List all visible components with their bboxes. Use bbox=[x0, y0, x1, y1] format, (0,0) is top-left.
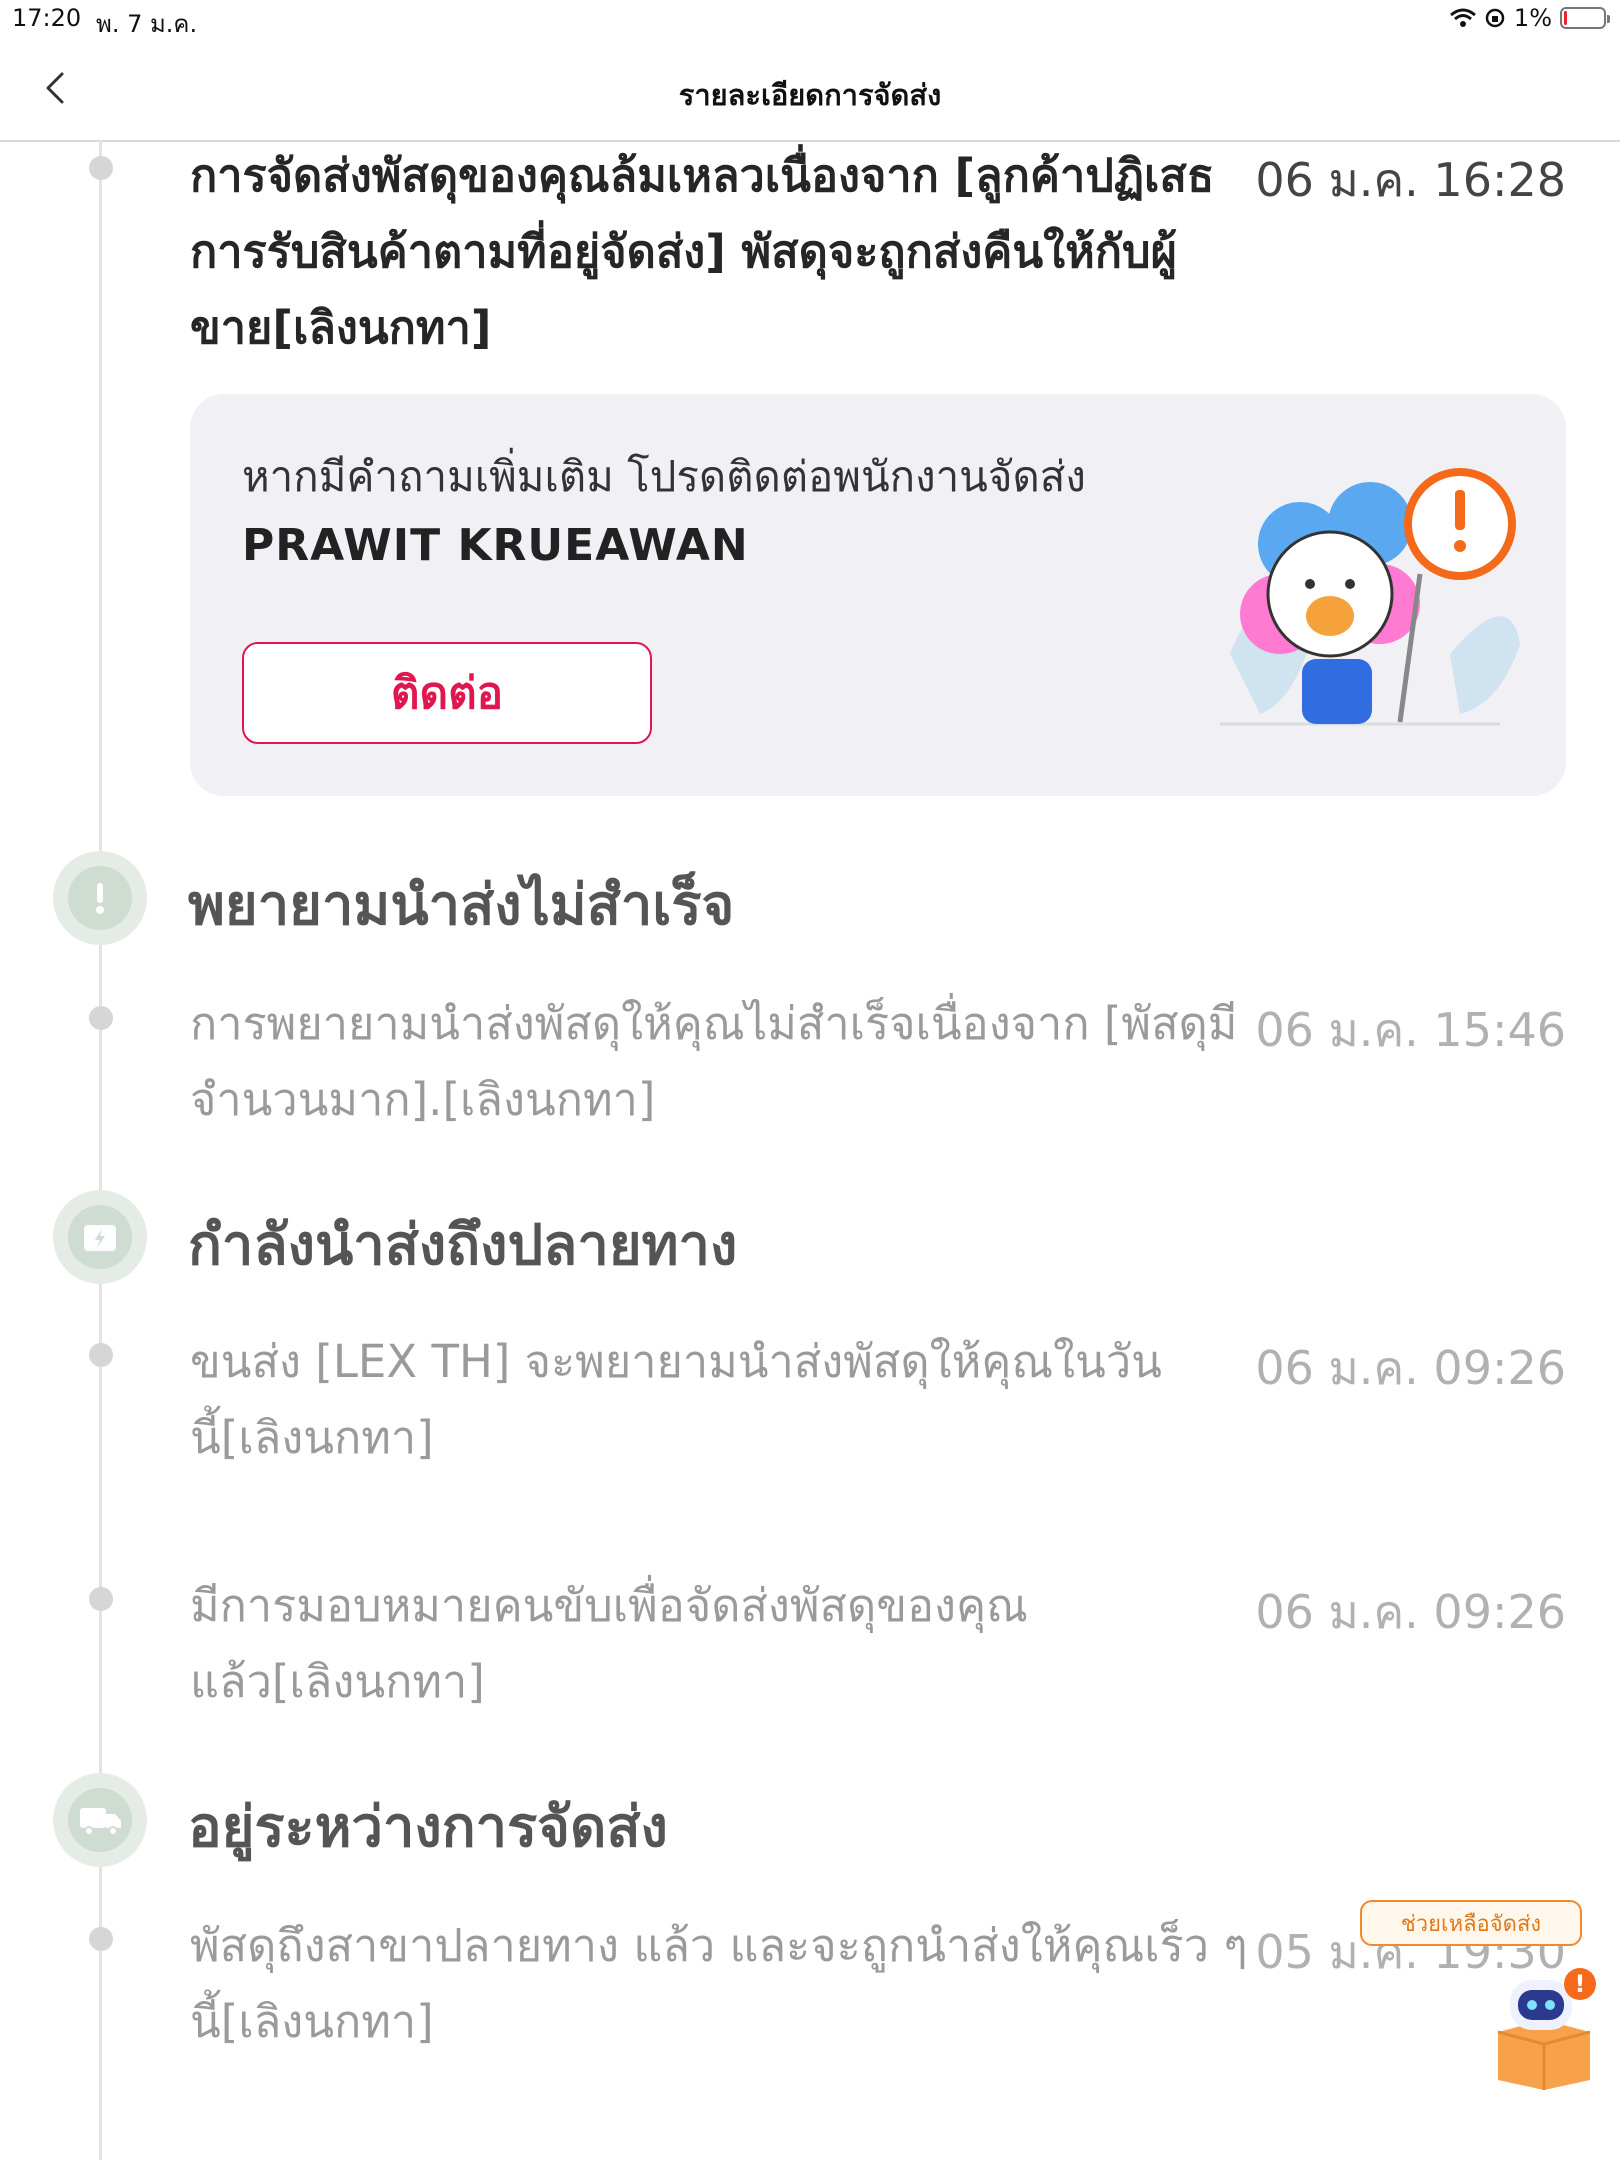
event-4-time: 06 ม.ค. 09:26 bbox=[1255, 1585, 1566, 1639]
stage-title-failed-attempt: พยายามนำส่งไม่สำเร็จ bbox=[188, 873, 735, 938]
status-time: 17:20 bbox=[12, 4, 82, 32]
status-bar: 17:20 พ. 7 ม.ค. 1% bbox=[0, 0, 1620, 40]
event-3-time: 06 ม.ค. 09:26 bbox=[1255, 1341, 1566, 1395]
stage-title-in-transit: อยู่ระหว่างการจัดส่ง bbox=[188, 1795, 668, 1860]
event-2-text: การพยายามนำส่งพัสดุให้คุณไม่สำเร็จเนื่อง… bbox=[190, 997, 1238, 1126]
out-for-delivery-stage-icon bbox=[53, 1190, 147, 1284]
help-badge: ! bbox=[1575, 1970, 1586, 1998]
in-transit-stage-icon bbox=[53, 1773, 147, 1867]
contact-question: หากมีคำถามเพิ่มเติม โปรดติดต่อพนักงานจัด… bbox=[242, 452, 1086, 501]
exclamation-icon bbox=[96, 883, 104, 914]
nav-bar: รายละเอียดการจัดส่ง bbox=[0, 40, 1620, 142]
delivery-help-label[interactable]: ช่วยเหลือจัดส่ง bbox=[1360, 1900, 1582, 1946]
event-1-time: 06 ม.ค. 16:28 bbox=[1255, 153, 1566, 207]
stage-title-out-for-delivery: กำลังนำส่งถึงปลายทาง bbox=[188, 1213, 738, 1278]
event-3-text: ขนส่ง [LEX TH] จะพยายามนำส่งพัสดุให้คุณใ… bbox=[190, 1335, 1162, 1464]
contact-courier-card: หากมีคำถามเพิ่มเติม โปรดติดต่อพนักงานจัด… bbox=[190, 394, 1566, 796]
status-indicators: 1% bbox=[1449, 4, 1610, 32]
event-5-text: พัสดุถึงสาขาปลายทาง แล้ว และจะถูกนำส่งให… bbox=[190, 1919, 1248, 2048]
timeline-dot bbox=[89, 1006, 113, 1030]
timeline-dot bbox=[89, 1927, 113, 1951]
rotation-lock-icon bbox=[1485, 8, 1505, 28]
event-1-text: การจัดส่งพัสดุของคุณล้มเหลวเนื่องจาก [ลู… bbox=[190, 149, 1215, 354]
event-2-time: 06 ม.ค. 15:46 bbox=[1255, 1003, 1566, 1057]
battery-icon bbox=[1560, 7, 1610, 29]
timeline-dot bbox=[89, 1587, 113, 1611]
help-robot-icon[interactable]: ! bbox=[1484, 1962, 1604, 2092]
status-date: พ. 7 ม.ค. bbox=[96, 10, 198, 38]
mascot-warning-illustration bbox=[1220, 468, 1520, 726]
event-4-text: มีการมอบหมายคนขับเพื่อจัดส่งพัสดุของคุณแ… bbox=[190, 1579, 1028, 1708]
contact-button[interactable]: ติดต่อ bbox=[242, 642, 652, 744]
page-title: รายละเอียดการจัดส่ง bbox=[678, 78, 942, 112]
timeline-dot bbox=[89, 1343, 113, 1367]
wifi-icon bbox=[1449, 8, 1476, 27]
truck-icon bbox=[80, 1808, 121, 1836]
battery-percent: 1% bbox=[1513, 4, 1552, 32]
failed-attempt-stage-icon bbox=[53, 851, 147, 945]
courier-name: PRAWIT KRUEAWAN bbox=[242, 520, 749, 571]
timeline-dot bbox=[89, 156, 113, 180]
delivery-box-icon bbox=[84, 1225, 116, 1251]
